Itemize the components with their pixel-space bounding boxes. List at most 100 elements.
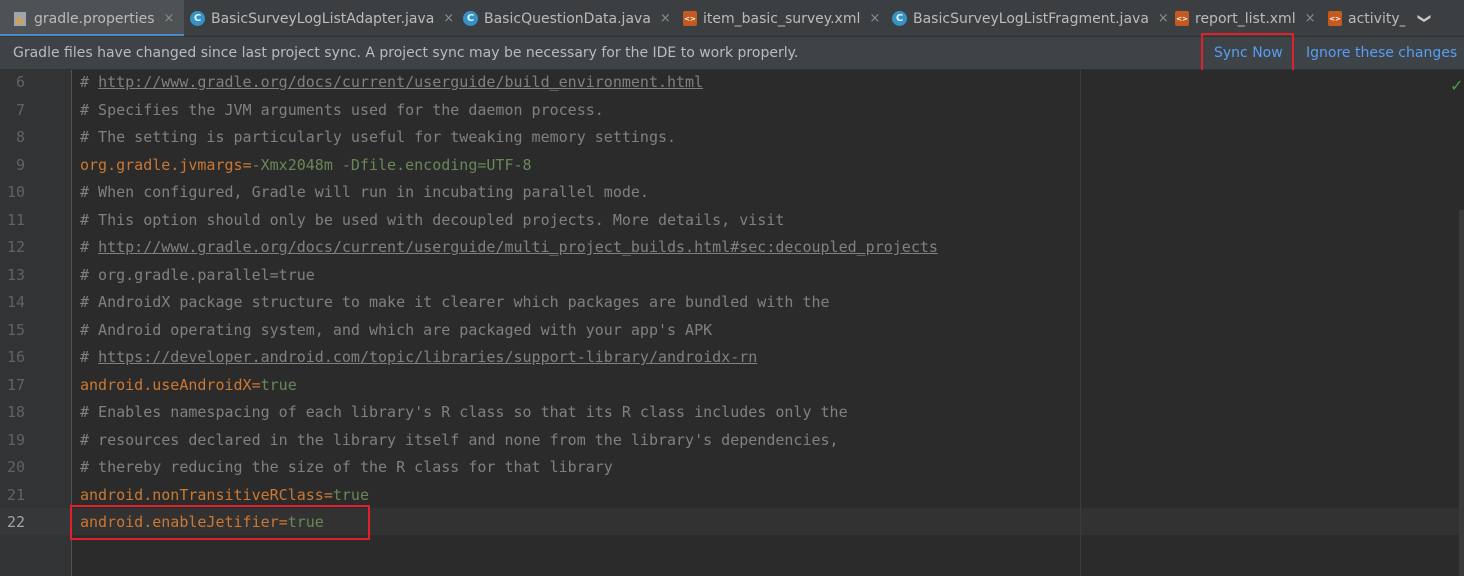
code-line: 13 # org.gradle.parallel=true <box>0 262 1450 289</box>
comment-text: # <box>80 348 99 366</box>
code-line: 7 # Specifies the JVM arguments used for … <box>0 97 1450 124</box>
code-text: # Android operating system, and which ar… <box>80 317 712 344</box>
tab-label: BasicQuestionData.java <box>484 10 651 27</box>
comment-text: # Android operating system, and which ar… <box>80 320 713 339</box>
code-line: 14 # AndroidX package structure to make i… <box>0 289 1450 316</box>
code-text: # When configured, Gradle will run in in… <box>80 179 649 206</box>
sync-now-highlight-box <box>1201 33 1294 73</box>
comment-text: # resources declared in the library itse… <box>80 430 839 449</box>
enable-jetifier-highlight-box <box>70 505 370 540</box>
code-text: # http://www.gradle.org/docs/current/use… <box>80 234 938 261</box>
code-line: 17 android.useAndroidX=true <box>0 372 1450 399</box>
code-text: # org.gradle.parallel=true <box>80 262 315 289</box>
close-tab-icon[interactable]: × <box>1305 11 1316 26</box>
equals-sign: = <box>242 155 252 174</box>
java-class-icon: C <box>190 11 205 26</box>
tab-basicsurveyloglistadapter-java[interactable]: C BasicSurveyLogListAdapter.java × <box>180 0 464 36</box>
code-line: 12 # http://www.gradle.org/docs/current/u… <box>0 234 1450 261</box>
tab-item-basic-survey-xml[interactable]: <> item_basic_survey.xml × <box>673 0 890 36</box>
line-number: 9 <box>15 155 25 174</box>
comment-text: # <box>80 238 99 256</box>
comment-text: # AndroidX package structure to make it … <box>80 293 830 311</box>
line-number: 11 <box>6 210 25 229</box>
line-number: 19 <box>6 430 25 449</box>
comment-text: # This option should only be used with d… <box>80 210 785 229</box>
java-class-icon: C <box>463 11 478 26</box>
line-number: 22 <box>6 513 25 531</box>
comment-text: # <box>80 73 99 91</box>
tab-label: report_list.xml <box>1195 10 1296 27</box>
line-number: 12 <box>6 238 25 256</box>
code-line: 16 # https://developer.android.com/topic/… <box>0 344 1450 371</box>
property-key: android.nonTransitiveRClass <box>80 485 324 504</box>
comment-text: # org.gradle.parallel=true <box>80 265 315 284</box>
comment-text: # When configured, Gradle will run in in… <box>80 183 649 201</box>
ignore-changes-link[interactable]: Ignore these changes <box>1306 45 1457 61</box>
line-number: 21 <box>6 485 25 504</box>
code-text: # This option should only be used with d… <box>80 207 784 234</box>
tab-activity[interactable]: <> activity_ <box>1318 0 1417 36</box>
tab-label: gradle.properties <box>34 10 155 27</box>
line-number: 14 <box>6 293 25 311</box>
close-tab-icon[interactable]: × <box>660 11 671 26</box>
code-line: 19 # resources declared in the library it… <box>0 427 1450 454</box>
vertical-scrollbar[interactable] <box>1459 210 1464 576</box>
tab-report-list-xml[interactable]: <> report_list.xml × <box>1165 0 1326 36</box>
property-value: -Xmx2048m -Dfile.encoding=UTF-8 <box>251 155 532 174</box>
inspection-ok-check-icon[interactable]: ✓ <box>1450 76 1463 95</box>
comment-text: # The setting is particularly useful for… <box>80 128 677 146</box>
code-line: 15 # Android operating system, and which … <box>0 317 1450 344</box>
notification-message: Gradle files have changed since last pro… <box>13 45 799 61</box>
equals-sign: = <box>251 375 261 394</box>
property-key: org.gradle.jvmargs <box>80 155 243 174</box>
code-line: 6 # http://www.gradle.org/docs/current/us… <box>0 69 1450 96</box>
close-tab-icon[interactable]: × <box>869 11 880 26</box>
line-number: 18 <box>6 403 25 421</box>
code-text: # AndroidX package structure to make it … <box>80 289 830 316</box>
code-text: # thereby reducing the size of the R cla… <box>80 454 613 481</box>
line-number: 7 <box>15 100 25 119</box>
line-number: 10 <box>6 183 25 201</box>
line-number: 13 <box>6 265 25 284</box>
xml-file-icon: <> <box>1175 11 1189 26</box>
tab-basicquestiondata-java[interactable]: C BasicQuestionData.java × <box>453 0 681 36</box>
property-value: true <box>260 375 297 394</box>
java-class-icon: C <box>892 11 907 26</box>
comment-text: # Enables namespacing of each library's … <box>80 403 848 421</box>
code-text: # http://www.gradle.org/docs/current/use… <box>80 69 703 96</box>
line-number: 15 <box>6 320 25 339</box>
tab-gradle-properties[interactable]: gradle.properties × <box>0 0 185 36</box>
close-tab-icon[interactable]: × <box>164 11 175 26</box>
comment-text: # thereby reducing the size of the R cla… <box>80 458 613 476</box>
xml-file-icon: <> <box>683 11 697 26</box>
show-hidden-tabs-chevron-icon[interactable]: ❯ <box>1405 8 1443 29</box>
url-link[interactable]: http://www.gradle.org/docs/current/userg… <box>98 238 938 256</box>
code-text: # The setting is particularly useful for… <box>80 124 676 151</box>
code-line: 8 # The setting is particularly useful fo… <box>0 124 1450 151</box>
code-line: 18 # Enables namespacing of each library'… <box>0 399 1450 426</box>
code-text: org.gradle.jvmargs=-Xmx2048m -Dfile.enco… <box>80 152 532 179</box>
tab-label: item_basic_survey.xml <box>703 10 861 27</box>
xml-file-icon: <> <box>1328 11 1342 26</box>
comment-text: # Specifies the JVM arguments used for t… <box>80 100 604 119</box>
code-text: # https://developer.android.com/topic/li… <box>80 344 757 371</box>
code-text: # Enables namespacing of each library's … <box>80 399 848 426</box>
equals-sign: = <box>323 485 333 504</box>
tab-basicsurveyloglistfragment-java[interactable]: C BasicSurveyLogListFragment.java × <box>882 0 1179 36</box>
property-key: android.useAndroidX <box>80 375 252 394</box>
code-lines: 6 # http://www.gradle.org/docs/current/us… <box>0 69 1450 576</box>
line-number: 20 <box>6 458 25 476</box>
code-text: android.useAndroidX=true <box>80 372 297 399</box>
code-line: 20 # thereby reducing the size of the R c… <box>0 454 1450 481</box>
tab-label: BasicSurveyLogListFragment.java <box>913 10 1149 27</box>
code-text: # Specifies the JVM arguments used for t… <box>80 97 604 124</box>
code-text: # resources declared in the library itse… <box>80 427 839 454</box>
editor-tab-bar: gradle.properties × C BasicSurveyLogListAda… <box>0 0 1464 37</box>
line-number: 6 <box>15 73 25 91</box>
gradle-file-icon <box>12 11 28 27</box>
tab-label: BasicSurveyLogListAdapter.java <box>211 10 435 27</box>
line-number: 16 <box>6 348 25 366</box>
url-link[interactable]: https://developer.android.com/topic/libr… <box>98 348 757 366</box>
url-link[interactable]: http://www.gradle.org/docs/current/userg… <box>98 73 703 91</box>
tab-label: activity_ <box>1348 10 1407 27</box>
